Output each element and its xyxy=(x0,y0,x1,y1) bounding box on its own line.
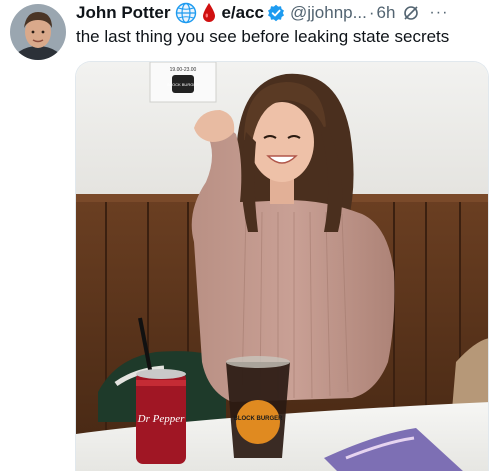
svg-text:Dr Pepper: Dr Pepper xyxy=(137,413,185,425)
svg-text:19.00-23.00: 19.00-23.00 xyxy=(170,67,197,73)
grok-icon[interactable] xyxy=(403,5,419,21)
blood-drop-icon xyxy=(201,2,217,24)
author-handle[interactable]: @jjohnp... xyxy=(290,3,367,23)
separator-dot: · xyxy=(368,3,375,22)
wall-sign: 19.00-23.00 BLOCK BURGER xyxy=(149,62,217,103)
globe-icon xyxy=(175,2,197,24)
tweet-header: John Potter e/acc @jjohnp... · 6h ··· xyxy=(76,2,492,24)
verified-badge-icon xyxy=(267,4,285,22)
svg-text:BLOCK BURGER: BLOCK BURGER xyxy=(234,416,284,422)
author-name[interactable]: John Potter xyxy=(76,3,170,23)
more-icon[interactable]: ··· xyxy=(429,4,448,22)
drink-cup: BLOCK BURGER xyxy=(226,356,290,458)
tweet: John Potter e/acc @jjohnp... · 6h ··· th… xyxy=(0,0,500,471)
timestamp[interactable]: 6h xyxy=(376,3,395,23)
tweet-text: the last thing you see before leaking st… xyxy=(76,27,450,46)
svg-text:BLOCK BURGER: BLOCK BURGER xyxy=(167,82,199,87)
avatar[interactable] xyxy=(10,4,66,60)
author-name-suffix[interactable]: e/acc xyxy=(221,3,264,23)
tweet-photo[interactable]: 19.00-23.00 BLOCK BURGER Dr Pepper BLOCK… xyxy=(75,61,489,471)
